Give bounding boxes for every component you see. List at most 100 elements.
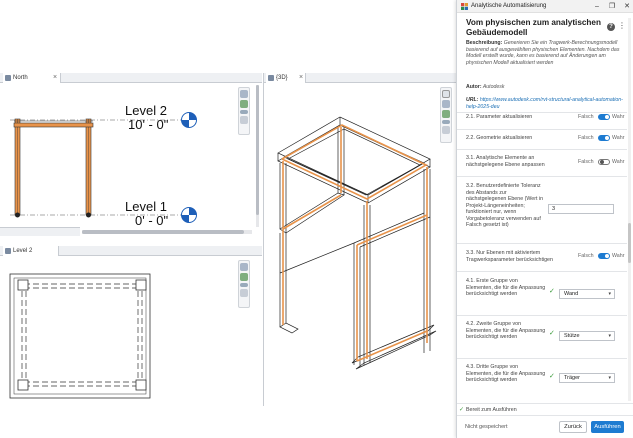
divider [457,243,627,244]
divider [457,271,627,272]
true-label: Wahr [612,253,625,259]
panel-footer: ✓ Bereit zum Ausführen Nicht gespeichert… [457,403,633,438]
steering-wheel-icon[interactable] [240,90,248,98]
plan-navigation-bar[interactable] [238,260,250,308]
toggle-adjust-to-nearest-level[interactable] [598,159,610,165]
second-group-select[interactable]: Stütze ▾ [559,331,615,341]
check-icon: ✓ [459,407,465,413]
elevation-vertical-scrollbar[interactable] [256,85,259,227]
save-status: Nicht gespeichert [465,424,508,430]
third-group-selected: Träger [564,375,580,381]
pan-icon[interactable] [240,116,248,124]
revit-workspace: North × Level 2 10' - 0" Level 1 0' - 0"… [0,0,633,438]
false-label: Falsch [578,159,594,165]
scroll-thumb[interactable] [256,85,259,215]
false-label: Falsch [578,135,594,141]
divider [457,112,627,113]
chevron-down-icon: ▾ [608,291,611,297]
description: Beschreibung: Generieren Sie ein Tragwer… [466,40,624,66]
divider [457,415,633,416]
elevation-view[interactable]: North × Level 2 10' - 0" Level 1 0' - 0" [0,73,262,236]
setting-label-3-2: 3.2. Benutzerdefinierte Toleranz des Abs… [466,183,544,228]
divider [457,149,627,150]
toggle-update-parameters[interactable] [598,114,610,120]
panel-content[interactable]: Vom physischen zum analytischen Gebäudem… [457,13,627,403]
toggle-structural-levels-only[interactable] [598,253,610,259]
close-button[interactable]: ✕ [620,0,633,13]
author-label: Autor: [466,84,482,90]
level-1-name: Level 1 [125,199,167,214]
url-label: URL: [466,97,479,103]
steering-wheel-icon[interactable] [240,263,248,271]
url-link[interactable]: https://www.autodesk.com/rvt-structural-… [466,97,623,110]
toggle-update-geometry[interactable] [598,135,610,141]
pan-icon[interactable] [442,126,450,134]
scroll-thumb[interactable] [628,223,631,263]
zoom-icon[interactable] [442,110,450,118]
zoom-dropdown-icon[interactable] [442,120,450,124]
elevation-view-control-bar[interactable] [0,227,80,236]
ready-status: Bereit zum Ausführen [466,407,517,413]
scroll-thumb[interactable] [82,230,244,234]
zoom-dropdown-icon[interactable] [240,110,248,114]
plan-view[interactable]: Level 2 [0,246,262,406]
check-icon: ✓ [549,288,555,295]
setting-label-3-1: 3.1. Analytische Elemente an nächstgeleg… [466,155,545,168]
steering-wheel-icon[interactable] [442,100,450,108]
three-d-drawing [277,116,437,370]
check-icon: ✓ [549,373,555,380]
viewcube-icon[interactable] [442,90,450,98]
url: URL: https://www.autodesk.com/rvt-struct… [466,97,624,110]
level-1-elevation: 0' - 0" [135,213,169,228]
true-label: Wahr [612,114,625,120]
setting-label-4-2: 4.2. Zweite Gruppe von Elementen, die fü… [466,321,546,340]
restore-button[interactable]: ❐ [605,0,619,13]
setting-label-4-1: 4.1. Erste Gruppe von Elementen, die für… [466,278,546,297]
true-label: Wahr [612,159,625,165]
zoom-icon[interactable] [240,100,248,108]
first-group-selected: Wand [564,291,579,297]
second-group-selected: Stütze [564,333,580,339]
divider [457,176,627,177]
zoom-icon[interactable] [240,273,248,281]
author: Autor: Autodesk [466,84,624,90]
pan-icon[interactable] [240,289,248,297]
tolerance-input[interactable]: 3 [548,204,614,214]
third-group-select[interactable]: Träger ▾ [559,373,615,383]
setting-label-2-2: 2.2. Geometrie aktualisieren [466,135,533,141]
true-label: Wahr [612,135,625,141]
panel-window-title: Analytische Automatisierung [471,3,547,9]
zoom-dropdown-icon[interactable] [240,283,248,287]
author-value: Autodesk [482,84,505,90]
chevron-down-icon: ▾ [608,333,611,339]
three-d-navigation-bar[interactable] [440,87,452,143]
back-button[interactable]: Zurück [559,421,587,433]
panel-vertical-scrollbar[interactable] [628,18,631,401]
setting-label-4-3: 4.3. Dritte Gruppe von Elementen, die fü… [466,364,546,383]
check-icon: ✓ [549,330,555,337]
minimize-button[interactable]: – [590,0,604,13]
level-2-name: Level 2 [125,103,167,118]
elevation-horizontal-scrollbar[interactable] [82,230,252,234]
plan-drawing [9,273,151,399]
setting-label-2-1: 2.1. Parameter aktualisieren [466,114,533,120]
false-label: Falsch [578,114,594,120]
panel-heading: Vom physischen zum analytischen Gebäudem… [466,18,601,37]
setting-label-3-3: 3.3. Nur Ebenen mit aktiviertem Tragwerk… [466,250,553,263]
first-group-select[interactable]: Wand ▾ [559,289,615,299]
three-d-view[interactable]: {3D} × [263,73,456,406]
divider [457,129,627,130]
divider [457,358,627,359]
chevron-down-icon: ▾ [608,375,611,381]
description-label: Beschreibung: [466,40,503,46]
level-2-elevation: 10' - 0" [128,117,169,132]
divider [457,315,627,316]
analytical-automation-panel: Analytische Automatisierung – ❐ ✕ Vom ph… [456,0,633,438]
panel-titlebar[interactable]: Analytische Automatisierung – ❐ ✕ [457,0,633,13]
run-button[interactable]: Ausführen [591,421,624,433]
app-logo-icon [461,3,468,10]
false-label: Falsch [578,253,594,259]
help-icon[interactable]: ? [607,23,615,31]
elevation-navigation-bar[interactable] [238,87,250,135]
more-options-icon[interactable]: ⋮ [618,22,626,30]
